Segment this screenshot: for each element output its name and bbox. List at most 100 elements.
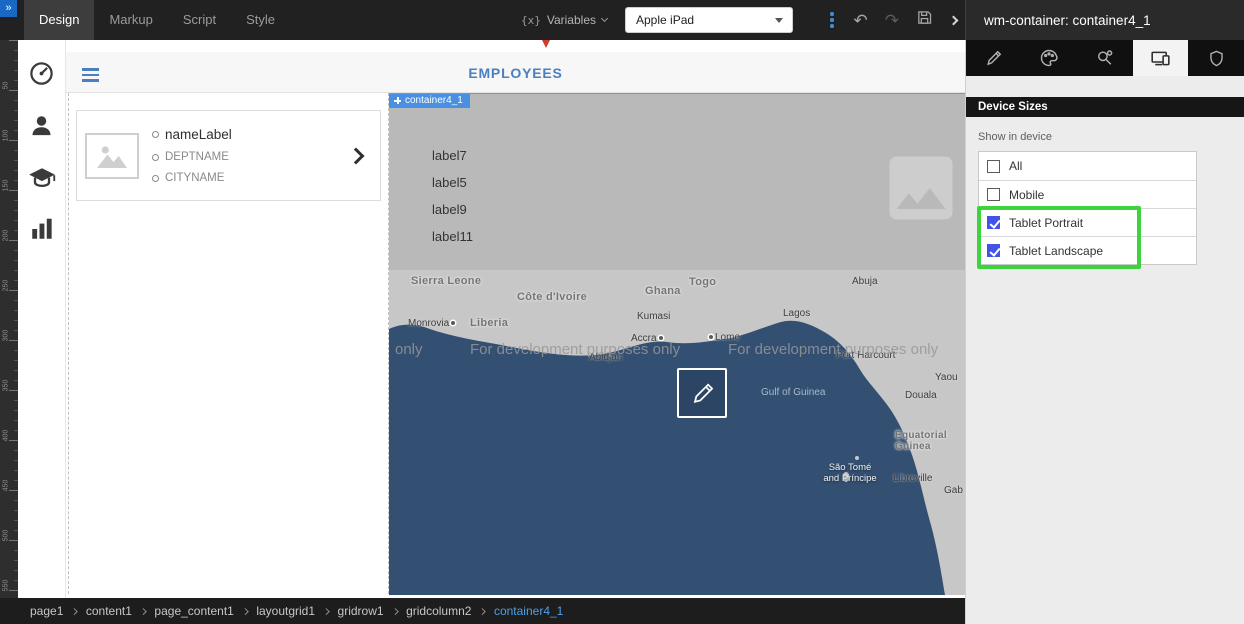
breadcrumb-gridrow1[interactable]: gridrow1 [338, 604, 384, 618]
mobile-checkbox[interactable] [987, 188, 1000, 201]
label-widget[interactable]: label7 [432, 148, 467, 163]
page-header-widget[interactable]: EMPLOYEES [66, 52, 965, 93]
option-label: Mobile [1009, 188, 1044, 202]
shield-icon [1207, 49, 1226, 68]
dept-label-widget[interactable]: DEPTNAME [165, 151, 229, 163]
page-title: EMPLOYEES [66, 65, 965, 81]
label-widget[interactable]: label9 [432, 202, 467, 217]
inspector-title: wm-container: container4_1 [965, 0, 1244, 40]
wavemaker-studio: » Design Markup Script Style {x} Variabl… [0, 0, 1244, 624]
sidebar-item-dashboard[interactable] [27, 58, 57, 88]
collapse-inspector-icon[interactable] [949, 15, 959, 25]
chevron-right-icon [242, 608, 248, 614]
device-option-mobile[interactable]: Mobile [979, 180, 1196, 208]
option-label: Tablet Portrait [1009, 216, 1083, 230]
top-toolbar: » Design Markup Script Style {x} Variabl… [0, 0, 965, 40]
device-preview-select[interactable]: Apple iPad [625, 7, 793, 33]
option-label: All [1009, 159, 1022, 173]
device-option-tablet-portrait[interactable]: Tablet Portrait [979, 208, 1196, 236]
sidebar-item-education[interactable] [27, 162, 57, 192]
user-icon [28, 112, 55, 139]
device-select-value: Apple iPad [636, 13, 694, 27]
variables-button[interactable]: {x} Variables [521, 13, 607, 27]
variables-icon: {x} [521, 14, 541, 27]
chevron-down-icon [601, 15, 608, 22]
tab-styles[interactable] [1022, 40, 1078, 76]
redo-button[interactable]: ↷ [885, 12, 899, 29]
tab-design[interactable]: Design [24, 0, 94, 40]
toolbar-center: {x} Variables Apple iPad ↶ ↷ [521, 7, 965, 33]
tab-device-sizes[interactable] [1133, 40, 1189, 76]
device-option-tablet-landscape[interactable]: Tablet Landscape [979, 236, 1196, 264]
breadcrumb-page-content1[interactable]: page_content1 [154, 604, 233, 618]
selected-widget-name: container4_1 [405, 95, 463, 106]
tab-properties[interactable] [966, 40, 1022, 76]
expand-panel-icon[interactable]: » [0, 0, 17, 17]
chevron-down-icon [775, 18, 783, 23]
undo-button[interactable]: ↶ [854, 12, 868, 29]
palette-icon [1039, 48, 1059, 68]
ruler-label: 450 [3, 478, 10, 494]
binding-icon [152, 175, 159, 182]
label-widget[interactable]: label5 [432, 175, 467, 190]
tab-style[interactable]: Style [231, 0, 290, 40]
move-icon [394, 97, 401, 104]
chevron-right-icon [392, 608, 398, 614]
search-gear-icon [1095, 48, 1115, 68]
list-item-widget[interactable]: nameLabel DEPTNAME CITYNAME [76, 110, 381, 201]
ruler-label: 250 [3, 278, 10, 294]
save-icon [916, 9, 933, 26]
city-label-widget[interactable]: CITYNAME [165, 172, 224, 184]
tablet-portrait-checkbox[interactable] [987, 216, 1000, 229]
selected-widget-tag[interactable]: container4_1 [389, 94, 470, 108]
list-item-text: nameLabel DEPTNAME CITYNAME [152, 127, 346, 184]
ruler-label: 300 [3, 328, 10, 344]
ruler-label: 150 [3, 178, 10, 194]
chevron-right-icon [71, 608, 77, 614]
inspector-panel: Device Sizes Show in device All Mobile T… [965, 40, 1244, 624]
tab-theme[interactable] [1077, 40, 1133, 76]
ruler-label: 200 [3, 228, 10, 244]
design-canvas[interactable]: EMPLOYEES nameLabel DEPTNAME [66, 40, 965, 598]
tab-markup[interactable]: Markup [94, 0, 167, 40]
breadcrumb-layoutgrid1[interactable]: layoutgrid1 [256, 604, 315, 618]
variables-label: Variables [547, 13, 596, 27]
map-edit-button[interactable] [677, 368, 727, 418]
breadcrumb-gridcolumn2[interactable]: gridcolumn2 [406, 604, 471, 618]
tab-script[interactable]: Script [168, 0, 231, 40]
ruler-label: 100 [3, 128, 10, 144]
graduation-cap-icon [28, 163, 56, 191]
tab-security[interactable] [1188, 40, 1244, 76]
map-widget[interactable]: Sierra Leone Côte d'Ivoire Ghana Togo Ab… [389, 270, 965, 595]
device-option-all[interactable]: All [979, 152, 1196, 180]
picture-placeholder-icon[interactable] [879, 146, 963, 230]
label-widget[interactable]: label11 [432, 229, 473, 244]
image-placeholder[interactable] [85, 133, 139, 179]
container-widget[interactable]: container4_1 label7 label5 label9 label1… [389, 93, 965, 270]
breadcrumb-content1[interactable]: content1 [86, 604, 132, 618]
device-options-list: All Mobile Tablet Portrait Tablet Landsc… [978, 151, 1197, 265]
chevron-right-icon [480, 608, 486, 614]
sidebar-item-users[interactable] [27, 110, 57, 140]
ruler-label: 400 [3, 428, 10, 444]
toolbar-actions: ↶ ↷ [827, 9, 957, 31]
sidebar-item-charts[interactable] [27, 214, 57, 244]
show-in-device-label: Show in device [978, 131, 1244, 143]
ruler-label: 350 [3, 378, 10, 394]
ruler-label: 550 [3, 578, 10, 594]
save-button[interactable] [916, 9, 933, 31]
breadcrumb-page1[interactable]: page1 [30, 604, 63, 618]
chevron-right-icon [140, 608, 146, 614]
chevron-right-icon [348, 147, 365, 164]
pencil-icon [688, 379, 716, 407]
tablet-landscape-checkbox[interactable] [987, 244, 1000, 257]
picture-icon [94, 141, 130, 171]
all-checkbox[interactable] [987, 160, 1000, 173]
breadcrumb-container4-1[interactable]: container4_1 [494, 604, 563, 618]
more-options-icon[interactable] [827, 9, 837, 31]
name-label-widget[interactable]: nameLabel [165, 127, 232, 142]
chevron-right-icon [323, 608, 329, 614]
devices-icon [1150, 48, 1171, 69]
mode-tabs: Design Markup Script Style [24, 0, 290, 40]
widget-sidebar [18, 40, 66, 598]
